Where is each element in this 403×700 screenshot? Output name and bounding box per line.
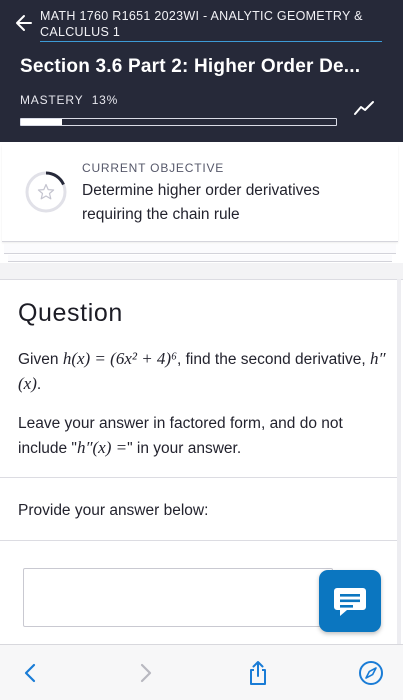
- mastery-progress-bar: [20, 118, 337, 126]
- instructions-math: h″(x) =: [76, 438, 128, 457]
- mastery-percent: 13%: [91, 93, 119, 107]
- star-ring-icon: [25, 171, 67, 213]
- divider: [0, 477, 397, 478]
- question-text-part: Given: [18, 351, 63, 368]
- answer-instructions: Leave your answer in factored form, and …: [18, 412, 390, 461]
- card-stack-edge: [8, 255, 392, 262]
- section-separator: [0, 263, 403, 279]
- provide-answer-label: Provide your answer below:: [18, 502, 209, 519]
- question-heading: Question: [18, 299, 123, 327]
- mastery-label-text: MASTERY: [20, 93, 84, 107]
- course-title-underline: [40, 41, 382, 42]
- card-stack-edge: [4, 244, 396, 254]
- mastery-label: MASTERY 13%: [20, 93, 118, 107]
- question-text-part: , find the second derivative,: [177, 351, 371, 368]
- function-expression: h(x) = (6x² + 4)⁶: [62, 349, 177, 368]
- chevron-right-icon[interactable]: [131, 659, 159, 687]
- chevron-left-icon[interactable]: [17, 659, 45, 687]
- objective-label: CURRENT OBJECTIVE: [82, 161, 225, 175]
- scrollbar-track[interactable]: [397, 279, 401, 649]
- answer-input[interactable]: [23, 568, 333, 627]
- compass-icon[interactable]: [357, 659, 385, 687]
- mastery-progress-fill: [21, 119, 62, 125]
- objective-text: Determine higher order derivatives requi…: [82, 182, 320, 223]
- top-header: MATH 1760 R1651 2023WI - ANALYTIC GEOMET…: [0, 0, 403, 142]
- browser-toolbar: [0, 644, 403, 700]
- question-text: Given h(x) = (6x² + 4)⁶, find the second…: [18, 347, 388, 397]
- section-title: Section 3.6 Part 2: Higher Order De...: [20, 56, 361, 77]
- current-objective-card[interactable]: CURRENT OBJECTIVE Determine higher order…: [2, 145, 398, 242]
- course-title[interactable]: MATH 1760 R1651 2023WI - ANALYTIC GEOMET…: [40, 8, 385, 40]
- arrow-left-icon[interactable]: [14, 12, 34, 34]
- instructions-text-part: " in your answer.: [127, 440, 242, 457]
- chat-button[interactable]: [319, 570, 381, 632]
- question-text-part: .: [36, 376, 42, 393]
- trend-line-icon[interactable]: [353, 99, 375, 117]
- divider: [0, 540, 397, 541]
- share-icon[interactable]: [244, 659, 272, 687]
- chat-bubble-icon: [334, 588, 366, 616]
